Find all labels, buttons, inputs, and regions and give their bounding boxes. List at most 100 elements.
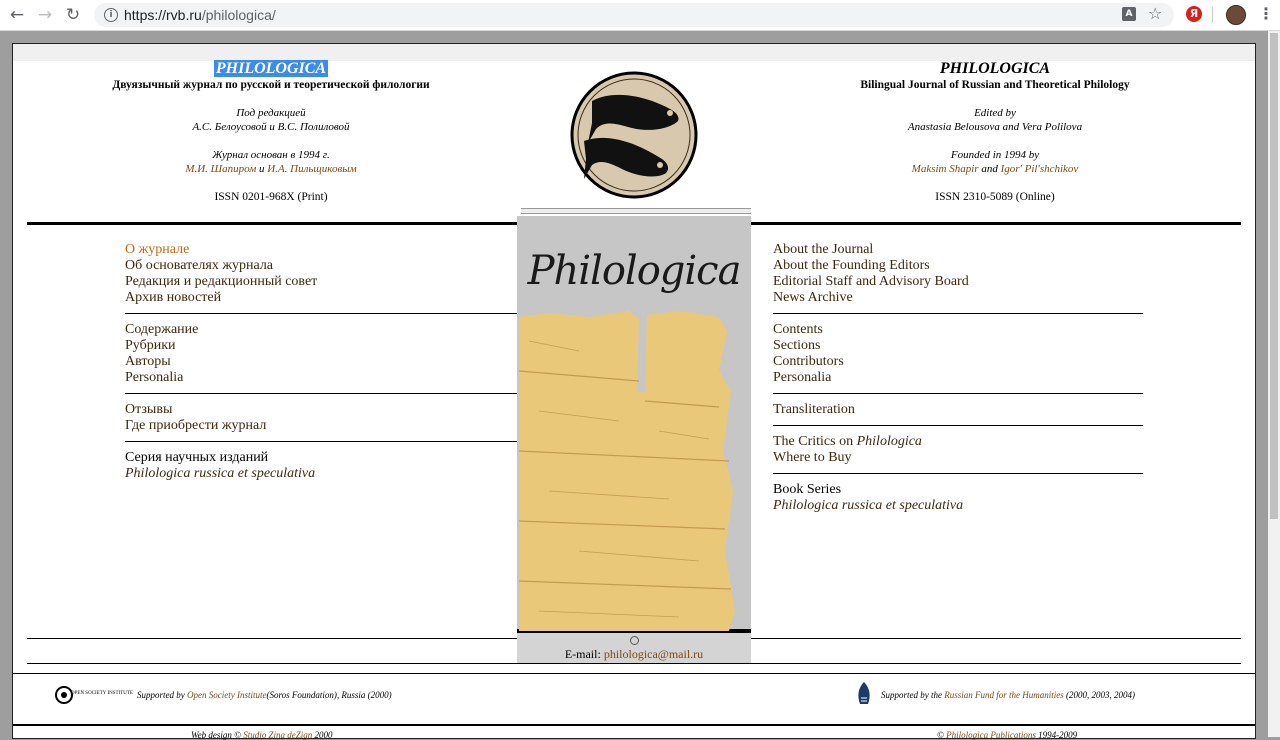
footer-rule-left	[27, 638, 517, 639]
design-credit: Web design © Studio Zina deZign 2000	[191, 730, 333, 740]
profile-avatar[interactable]	[1226, 5, 1246, 25]
menu-en-series-link[interactable]: Philologica russica et speculativa	[773, 498, 1143, 514]
menu-en-divider	[773, 393, 1143, 394]
address-bar[interactable]: i https://rvb.ru/philologica/ A ☆	[94, 3, 1174, 27]
osi-logo-text: OPEN SOCIETY INSTITUTE	[71, 691, 134, 696]
email-line: E-mail: philologica@mail.ru	[517, 647, 751, 662]
copyright-link[interactable]: Philologica Publications	[946, 730, 1036, 740]
menu-en-transliteration[interactable]: Transliteration	[773, 402, 1143, 418]
footer-rule	[27, 663, 1241, 664]
papyrus-image	[519, 311, 735, 631]
journal-title-en: PHILOLOGICA	[939, 60, 1051, 77]
menu-en-buy[interactable]: Where to Buy	[773, 450, 1143, 466]
menu-en-founders[interactable]: About the Founding Editors	[773, 258, 1143, 274]
yandex-extension-icon[interactable]: Я	[1186, 6, 1202, 22]
back-arrow-icon[interactable]: ←	[6, 4, 28, 26]
osi-link[interactable]: Open Society Institute	[187, 690, 266, 700]
menu-en-contributors[interactable]: Contributors	[773, 354, 1143, 370]
journal-subtitle-en: Bilingual Journal of Russian and Theoret…	[860, 79, 1130, 91]
browser-toolbar: ← → ↻ i https://rvb.ru/philologica/ A ☆ …	[0, 0, 1280, 31]
menu-ru-series-link[interactable]: Philologica russica et speculativa	[125, 466, 517, 482]
menu-ru-divider	[125, 313, 517, 314]
bookmark-star-icon[interactable]: ☆	[1148, 4, 1162, 23]
menu-en-divider	[773, 425, 1143, 426]
contact-box: E-mail: philologica@mail.ru	[517, 633, 751, 663]
cover-title: Philologica	[527, 248, 742, 294]
menu-en-personalia[interactable]: Personalia	[773, 370, 1143, 386]
menu-ru-news[interactable]: Архив новостей	[125, 290, 517, 306]
copyright-credit: © Philologica Publications 1994-2009	[937, 730, 1077, 740]
editors-ru: А.С. Белоусовой и В.С. Полиловой	[192, 121, 350, 133]
menu-ru-founders[interactable]: Об основателях журнала	[125, 258, 517, 274]
url-text[interactable]: https://rvb.ru/philologica/	[124, 7, 276, 23]
menu-ru-about[interactable]: О журнале	[125, 242, 517, 258]
menu-en-divider	[773, 473, 1143, 474]
circle-bullet-icon	[630, 636, 639, 645]
reload-icon[interactable]: ↻	[62, 4, 84, 26]
founder-link-shapir-ru[interactable]: М.И. Шапиром	[185, 163, 256, 175]
copyright-years: 1994-2009	[1038, 730, 1078, 740]
menu-en-contents[interactable]: Contents	[773, 322, 1143, 338]
email-link[interactable]: philologica@mail.ru	[604, 647, 703, 661]
issn-online: ISSN 2310-5089 (Online)	[935, 191, 1055, 203]
page-top-strip	[13, 44, 1255, 61]
menu-ru-contents[interactable]: Содержание	[125, 322, 517, 338]
menu-ru-reviews[interactable]: Отзывы	[125, 402, 517, 418]
menu-en-about[interactable]: About the Journal	[773, 242, 1143, 258]
menu-en-sections[interactable]: Sections	[773, 338, 1143, 354]
copyright-prefix: ©	[937, 730, 944, 740]
rfh-logo[interactable]	[855, 680, 873, 708]
fish-plate-logo	[570, 71, 698, 199]
scrollbar-thumb[interactable]	[1270, 33, 1278, 519]
url-path: /philologica/	[201, 7, 276, 23]
menu-en-staff[interactable]: Editorial Staff and Advisory Board	[773, 274, 1143, 290]
menu-ru-series-label: Серия научных изданий	[125, 450, 269, 465]
site-info-icon[interactable]: i	[104, 8, 118, 22]
more-menu-icon[interactable]: ⋮	[1258, 4, 1274, 24]
menu-en-critics[interactable]: The Critics on Philologica	[773, 434, 1143, 450]
support-osi: Supported by Open Society Institute(Soro…	[137, 690, 392, 700]
journal-subtitle-ru: Двуязычный журнал по русской и теоретиче…	[112, 79, 430, 91]
cover-page-stack	[521, 208, 751, 214]
page-frame: PHILOLOGICA Двуязычный журнал по русской…	[12, 43, 1256, 740]
menu-en-news[interactable]: News Archive	[773, 290, 1143, 306]
menu-en-divider	[773, 313, 1143, 314]
design-prefix: Web design ©	[191, 730, 242, 740]
editors-en: Anastasia Belousova and Vera Polilova	[907, 121, 1083, 133]
journal-cover[interactable]: Philologica E-mail: philologica@mail.ru	[517, 208, 751, 663]
forward-arrow-icon[interactable]: →	[34, 4, 56, 26]
menu-en-critics-title: Philologica	[856, 434, 922, 449]
founder-link-shapir-en[interactable]: Maksim Shapir	[912, 163, 979, 175]
edited-by-label-en: Edited by	[974, 107, 1016, 119]
translate-icon[interactable]: A	[1122, 7, 1136, 21]
toolbar-divider	[1212, 7, 1213, 23]
menu-ru-personalia[interactable]: Personalia	[125, 370, 517, 386]
email-label: E-mail:	[564, 647, 601, 661]
founded-label-en: Founded in 1994 by	[950, 149, 1040, 161]
support-osi-prefix: Supported by	[137, 690, 185, 700]
menu-ru-sections[interactable]: Рубрики	[125, 338, 517, 354]
footer-rule-right	[751, 638, 1241, 639]
support-rfh-suffix: (2000, 2003, 2004)	[1066, 690, 1135, 700]
menu-ru-authors[interactable]: Авторы	[125, 354, 517, 370]
menu-en-series-label: Book Series	[773, 482, 842, 497]
menu-ru-buy[interactable]: Где приобрести журнал	[125, 418, 517, 434]
rfh-link[interactable]: Russian Fund for the Humanities	[944, 690, 1064, 700]
support-osi-suffix: (Soros Foundation), Russia (2000)	[266, 690, 392, 700]
menu-ru: О журнале Об основателях журнала Редакци…	[125, 242, 517, 482]
issn-print: ISSN 0201-968X (Print)	[214, 191, 328, 203]
support-rfh: Supported by the Russian Fund for the Hu…	[881, 690, 1135, 700]
support-rule-top	[13, 673, 1255, 674]
cover-body: Philologica	[517, 216, 751, 633]
menu-en-critics-prefix: The Critics on	[773, 434, 854, 449]
menu-ru-divider	[125, 393, 517, 394]
founder-link-pilshchikov-ru[interactable]: И.А. Пильщиковым	[267, 163, 356, 175]
header-en: PHILOLOGICA Bilingual Journal of Russian…	[805, 60, 1185, 204]
menu-ru-staff[interactable]: Редакция и редакционный совет	[125, 274, 517, 290]
menu-en: About the Journal About the Founding Edi…	[773, 242, 1143, 514]
founded-label-ru: Журнал основан в 1994 г.	[212, 149, 330, 161]
design-year: 2000	[314, 730, 333, 740]
design-link[interactable]: Studio Zina deZign	[243, 730, 312, 740]
founder-link-pilshchikov-en[interactable]: Igor' Pil'shchikov	[1001, 163, 1079, 175]
page-scrollbar[interactable]	[1268, 31, 1280, 737]
